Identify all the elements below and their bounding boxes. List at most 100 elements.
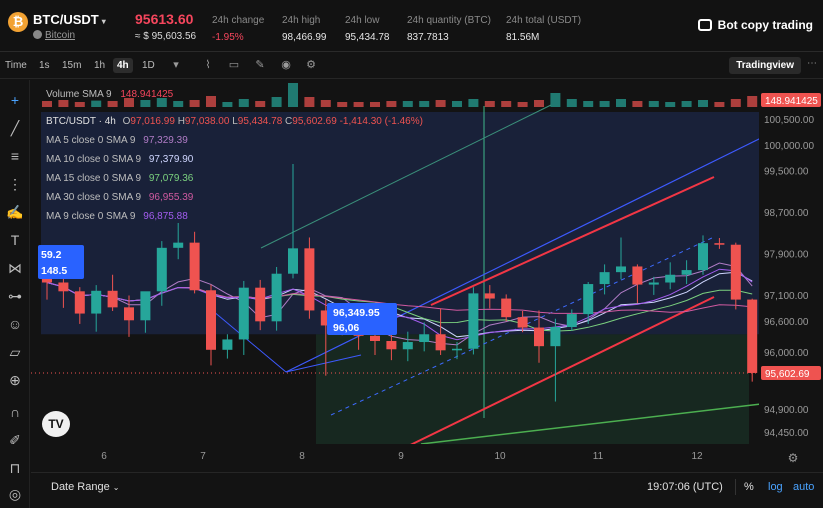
candle-body xyxy=(58,282,69,292)
bitcoin-icon: ₿ xyxy=(8,12,28,32)
candle-body xyxy=(452,348,462,351)
settings-icon[interactable]: ⚙ xyxy=(305,59,317,71)
volume-bar xyxy=(452,101,462,107)
ohlc-legend[interactable]: BTC/USDT · 4h O97,016.99 H97,038.00 L95,… xyxy=(46,116,423,127)
volume-bar xyxy=(255,101,266,107)
volume-bar xyxy=(468,99,479,107)
volume-bar xyxy=(222,102,233,107)
y-tick-label: 94,450.00 xyxy=(764,428,809,439)
bot-copy-trading-button[interactable]: Bot copy trading xyxy=(697,18,813,32)
high-value: 97,038.00 xyxy=(184,116,230,127)
volume-bar xyxy=(501,101,512,107)
x-tick-label: 6 xyxy=(101,451,107,462)
ma5-legend[interactable]: MA 5 close 0 SMA 9 97,329.39 xyxy=(46,135,188,146)
percent-scale-button[interactable]: % xyxy=(744,481,754,493)
time-interval-label[interactable]: Time xyxy=(1,58,31,73)
ruler-icon[interactable]: ▱ xyxy=(5,342,25,362)
ma15-legend[interactable]: MA 15 close 0 SMA 9 97,079.36 xyxy=(46,173,193,184)
robot-icon xyxy=(697,19,712,31)
ma9-legend[interactable]: MA 9 close 0 SMA 9 96,875.88 xyxy=(46,211,188,222)
candle-body xyxy=(550,327,561,347)
candle-body xyxy=(517,317,528,328)
volume-legend-value: 148.941425 xyxy=(120,89,174,100)
volume-bar xyxy=(747,96,758,107)
text-icon[interactable]: T xyxy=(5,230,25,250)
candle-body xyxy=(534,327,544,347)
fib-icon[interactable]: ⋮ xyxy=(5,174,25,194)
symbol-title: BTC/USDT · 4h xyxy=(46,116,116,127)
interval-1d[interactable]: 1D xyxy=(138,58,159,73)
chevron-down-icon[interactable]: ▾ xyxy=(102,17,106,26)
y-tick-label: 98,700.00 xyxy=(764,208,809,219)
candle-body xyxy=(435,334,446,351)
chart-type-icon[interactable]: ⌇ xyxy=(202,59,214,71)
candle-body xyxy=(616,266,626,273)
bot-copy-label[interactable]: Bot copy trading xyxy=(718,18,813,32)
log-scale-button[interactable]: log xyxy=(768,481,783,493)
ma10-legend[interactable]: MA 10 close 0 SMA 9 97,379.90 xyxy=(46,154,193,165)
brush-icon[interactable]: ✍ xyxy=(5,202,25,222)
volume-bar xyxy=(665,102,676,107)
candle-body xyxy=(271,273,282,322)
lock-icon[interactable]: ⊓ xyxy=(5,458,25,478)
volume-bar xyxy=(320,100,331,107)
measure-icon[interactable]: ⊶ xyxy=(5,286,25,306)
interval-15m[interactable]: 15m xyxy=(58,58,85,73)
indicators-icon[interactable]: ▭ xyxy=(228,59,240,71)
pair-label[interactable]: BTC/USDT xyxy=(33,12,99,27)
y-tick-label: 100,500.00 xyxy=(764,115,814,126)
zoom-icon[interactable]: ⊕ xyxy=(5,370,25,390)
tradingview-toggle-button[interactable]: Tradingview xyxy=(729,57,801,74)
emoji-icon[interactable]: ☺ xyxy=(5,314,25,334)
volume-legend-name: Volume SMA 9 xyxy=(46,89,112,100)
volume-bar xyxy=(353,102,364,107)
lock-drawing-icon[interactable]: ✐ xyxy=(5,430,25,450)
more-icon[interactable]: ⋯ xyxy=(807,58,817,69)
ma30-legend[interactable]: MA 30 close 0 SMA 9 96,955.39 xyxy=(46,192,193,203)
position-entry-label: 96,349.95 xyxy=(333,307,380,319)
camera-icon[interactable]: ◉ xyxy=(280,59,292,71)
coin-name[interactable]: Bitcoin xyxy=(33,30,75,41)
candle-body xyxy=(222,339,233,350)
eye-icon[interactable]: ◎ xyxy=(5,484,25,504)
volume-bar xyxy=(550,93,561,107)
auto-scale-button[interactable]: auto xyxy=(793,481,814,493)
tradingview-logo[interactable]: TV xyxy=(42,411,70,437)
candle-body xyxy=(304,248,315,311)
horizontal-lines-icon[interactable]: ≡ xyxy=(5,146,25,166)
pencil-icon[interactable]: ✎ xyxy=(254,59,266,71)
pair-selector[interactable]: BTC/USDT ▾ xyxy=(33,12,106,27)
volume-bar xyxy=(173,101,184,107)
interval-1h[interactable]: 1h xyxy=(90,58,109,73)
price-chart[interactable]: 100,500.00 100,000.00 99,500.00 98,700.00 97… xyxy=(31,80,823,475)
magnet-icon[interactable]: ∩ xyxy=(5,402,25,422)
trend-line-icon[interactable]: ╱ xyxy=(5,118,25,138)
ticker-header: ₿ BTC/USDT ▾ Bitcoin 95613.60 ≈ $ 95,603.… xyxy=(0,0,823,52)
volume-legend[interactable]: Volume SMA 9 148.941425 xyxy=(46,89,173,100)
stat-label: 24h high xyxy=(282,15,321,26)
candle-body xyxy=(107,290,118,308)
utc-clock[interactable]: 19:07:06 (UTC) xyxy=(647,481,723,493)
more-intervals-chevron-icon[interactable]: ▾ xyxy=(170,59,182,71)
interval-1s[interactable]: 1s xyxy=(35,58,54,73)
volume-bar xyxy=(419,101,430,107)
stat-value: 98,466.99 xyxy=(282,32,327,43)
coin-name-label[interactable]: Bitcoin xyxy=(45,30,75,41)
crosshair-icon[interactable]: + xyxy=(5,90,25,110)
volume-bar xyxy=(730,99,741,107)
volume-bar xyxy=(698,100,708,107)
candle-body xyxy=(730,244,741,300)
volume-bar xyxy=(435,100,446,107)
interval-4h[interactable]: 4h xyxy=(113,58,133,73)
stat-24h-total: 24h total (USDT) 81.56M xyxy=(506,15,581,43)
volume-bar xyxy=(714,102,725,107)
candle-body xyxy=(632,266,643,285)
stat-value: -1.95% xyxy=(212,32,244,43)
y-tick-label: 96,600.00 xyxy=(764,317,809,328)
date-range-button[interactable]: Date Range ⌄ xyxy=(51,481,119,493)
stat-24h-quantity: 24h quantity (BTC) 837.7813 xyxy=(407,15,491,43)
pattern-icon[interactable]: ⋈ xyxy=(5,258,25,278)
date-range-label[interactable]: Date Range xyxy=(51,481,110,493)
chevron-down-icon[interactable]: ⌄ xyxy=(113,483,120,492)
drawing-tools-sidebar: + ╱ ≡ ⋮ ✍ T ⋈ ⊶ ☺ ▱ ⊕ ∩ ✐ ⊓ ◎ xyxy=(0,80,30,508)
